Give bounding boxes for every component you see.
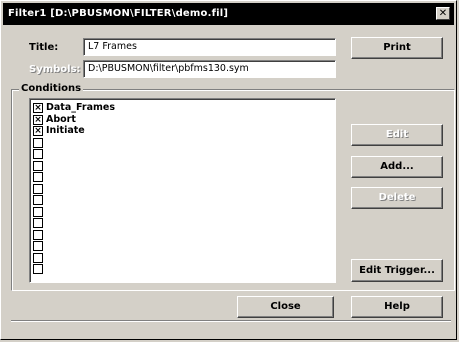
condition-checkbox[interactable] [33,206,43,217]
condition-checkbox[interactable] [33,172,43,182]
close-icon: ✕ [438,8,448,19]
delete-button[interactable]: Delete [351,187,443,209]
close-button[interactable]: Close [237,296,334,318]
symbols-input[interactable]: D:\PBUSMON\filter\pbfms130.sym [83,60,336,78]
bottom-divider [11,320,451,322]
condition-checkbox[interactable] [33,264,43,274]
conditions-list[interactable]: × Data_Frames × Abort × Initiate [29,98,336,283]
print-button[interactable]: Print [351,37,443,59]
close-window-button[interactable]: ✕ [436,7,450,20]
condition-checkbox[interactable]: × [33,114,43,125]
condition-checkbox[interactable]: × [33,103,43,113]
condition-row[interactable] [33,263,46,275]
filter-dialog: Filter1 [D:\PBUSMON\FILTER\demo.fil] ✕ T… [0,0,457,340]
condition-checkbox[interactable] [33,229,43,240]
help-button[interactable]: Help [351,296,443,318]
condition-row[interactable]: × Data_Frames [33,102,115,114]
condition-label: Abort [46,113,76,125]
condition-checkbox[interactable] [33,183,43,194]
condition-row[interactable]: × Abort [33,114,76,126]
add-button[interactable]: Add... [351,156,443,178]
condition-checkbox[interactable] [33,160,43,171]
window-title: Filter1 [D:\PBUSMON\FILTER\demo.fil] [8,8,229,19]
symbols-label: Symbols: [29,64,81,75]
condition-row[interactable] [33,229,46,241]
condition-row[interactable] [33,183,46,195]
title-bar: Filter1 [D:\PBUSMON\FILTER\demo.fil] ✕ [3,3,454,25]
title-label: Title: [29,42,59,53]
condition-label: Data_Frames [46,102,115,113]
conditions-label: Conditions [19,83,84,95]
condition-row[interactable] [33,252,46,264]
condition-checkbox[interactable] [33,252,43,263]
condition-row[interactable] [33,240,46,252]
condition-row[interactable] [33,217,46,229]
edit-button[interactable]: Edit [351,124,443,146]
condition-row[interactable]: × Initiate [33,125,85,137]
condition-checkbox[interactable] [33,218,43,228]
condition-row[interactable] [33,171,46,183]
condition-checkbox[interactable] [33,241,43,251]
condition-row[interactable] [33,194,46,206]
condition-checkbox[interactable] [33,149,43,159]
condition-label: Initiate [46,125,85,136]
title-input[interactable]: L7 Frames [83,38,336,56]
condition-row[interactable] [33,206,46,218]
condition-row[interactable] [33,148,46,160]
condition-checkbox[interactable]: × [33,126,43,136]
condition-checkbox[interactable] [33,195,43,205]
condition-checkbox[interactable] [33,137,43,148]
condition-row[interactable] [33,160,46,172]
edit-trigger-button[interactable]: Edit Trigger... [351,259,443,282]
condition-row[interactable] [33,137,46,149]
